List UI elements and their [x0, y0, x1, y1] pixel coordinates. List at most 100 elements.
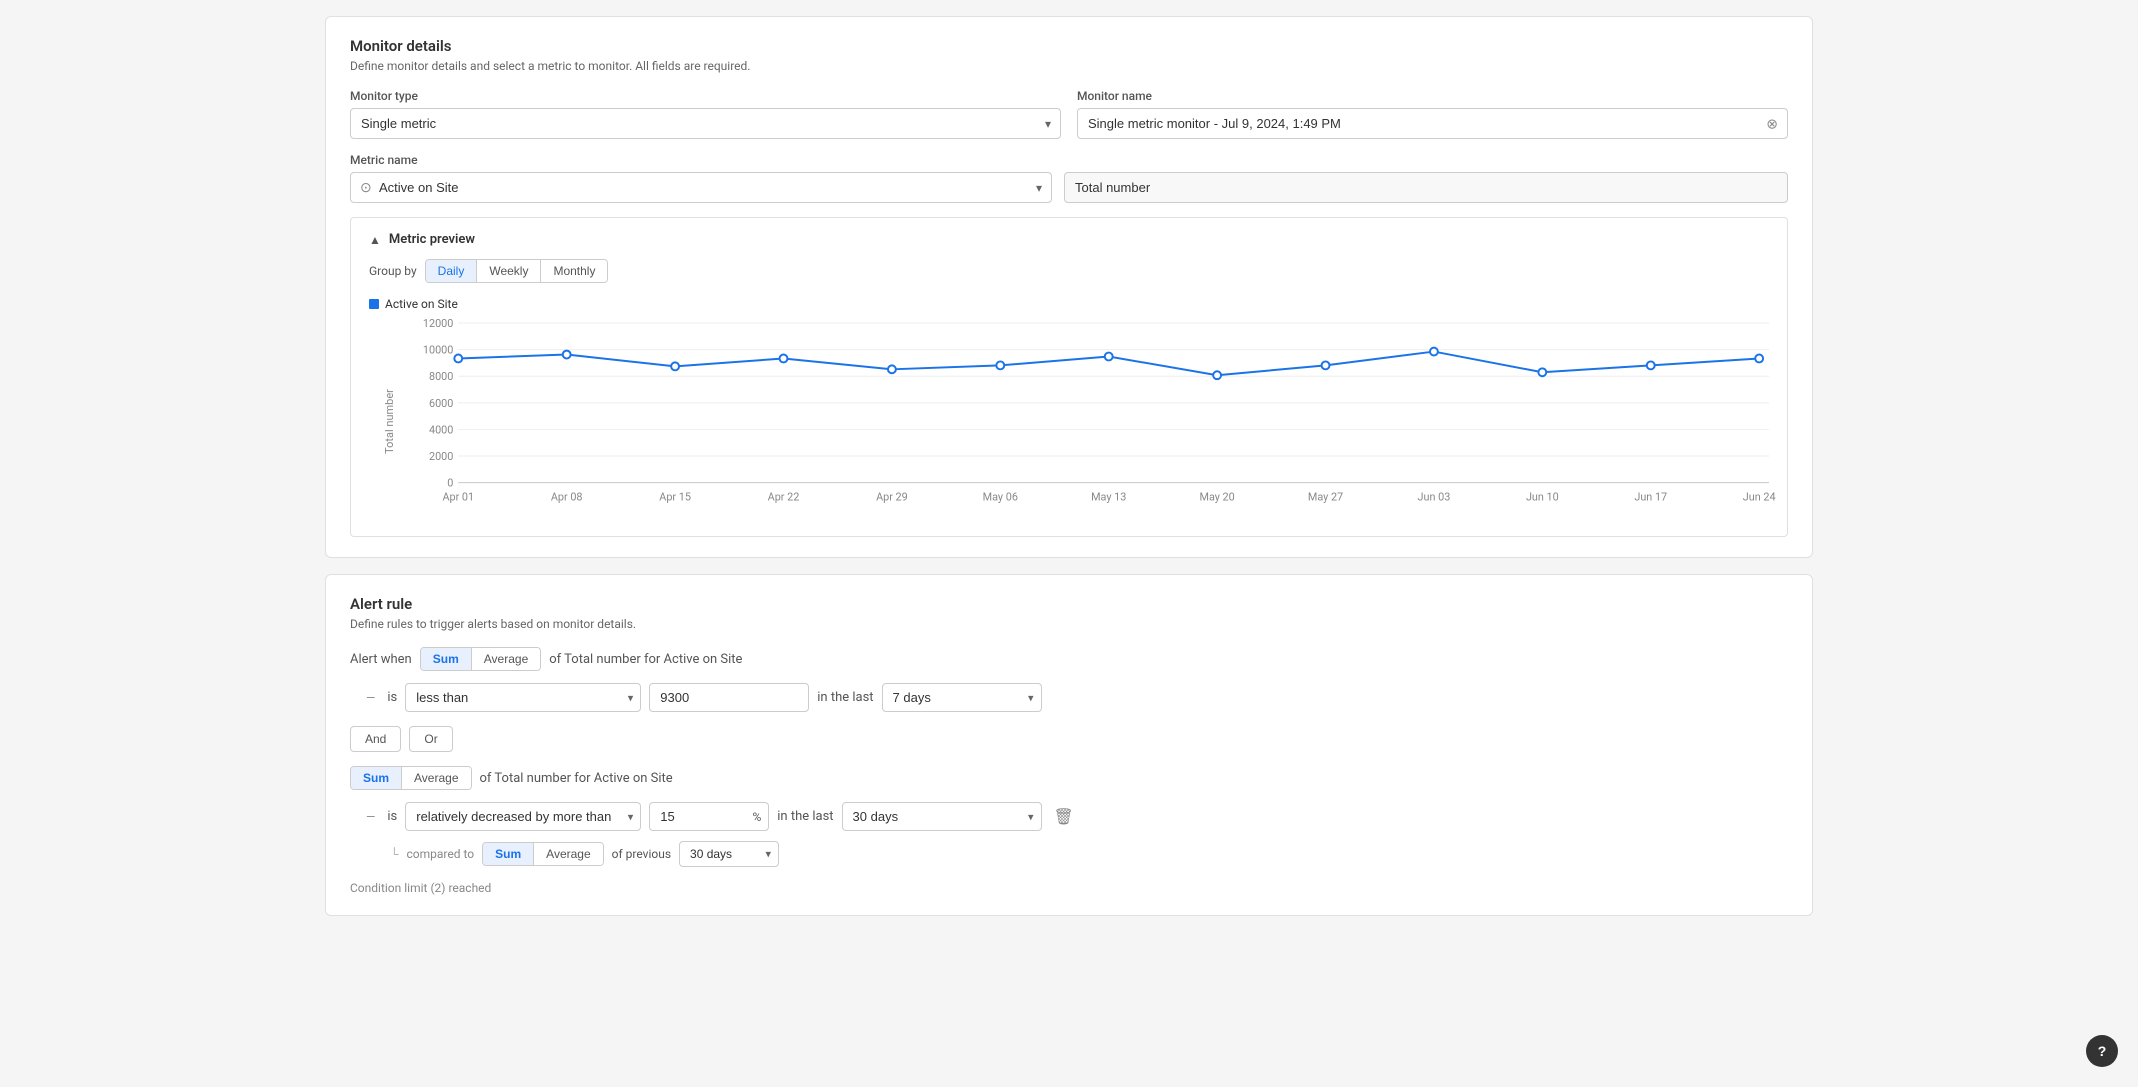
tree-symbol: └ — [390, 847, 399, 861]
monitor-type-group: Monitor type Single metric — [350, 89, 1061, 139]
condition-2-dash: — — [366, 810, 375, 824]
chart-legend: Active on Site — [369, 297, 1769, 311]
alert-rule-title: Alert rule — [350, 595, 1788, 613]
previous-period-select-wrapper: 7 days 14 days 30 days — [679, 841, 779, 867]
sum-button-1[interactable]: Sum — [421, 648, 472, 670]
monitor-name-input[interactable] — [1077, 108, 1788, 139]
condition-limit-text: Condition limit (2) reached — [350, 881, 1788, 895]
in-last-select-2[interactable]: 1 day 7 days 14 days 30 days — [842, 802, 1042, 831]
sum-average-pill-group-1: Sum Average — [420, 647, 542, 671]
svg-text:12000: 12000 — [423, 317, 453, 330]
alert-when-row: Alert when Sum Average of Total number f… — [350, 647, 1788, 671]
sum-average-pill-group-3: Sum Average — [482, 842, 604, 866]
is-label-1: is — [387, 690, 397, 705]
metric-preview-title: Metric preview — [389, 232, 475, 247]
svg-text:4000: 4000 — [429, 423, 453, 436]
svg-text:8000: 8000 — [429, 370, 453, 383]
in-last-select-1[interactable]: 1 day 7 days 14 days 30 days — [882, 683, 1042, 712]
condition-2-select[interactable]: less than greater than equal to relative… — [405, 802, 641, 831]
average-button-3[interactable]: Average — [534, 843, 602, 865]
alert-rule-card: Alert rule Define rules to trigger alert… — [325, 574, 1813, 916]
group-by-label: Group by — [369, 264, 417, 278]
threshold-value-2[interactable] — [649, 802, 769, 831]
metric-name-label: Metric name — [350, 153, 1788, 167]
metric-preview-header[interactable]: ▲ Metric preview — [369, 232, 1769, 247]
of-previous-label: of previous — [612, 847, 671, 861]
previous-period-select[interactable]: 7 days 14 days 30 days — [679, 841, 779, 867]
sum-button-3[interactable]: Sum — [483, 843, 534, 865]
metric-target-icon: ⊙ — [360, 180, 372, 196]
svg-text:Apr 01: Apr 01 — [442, 490, 474, 503]
chevron-up-icon: ▲ — [369, 233, 381, 247]
monitor-details-card: Monitor details Define monitor details a… — [325, 16, 1813, 558]
svg-text:May 13: May 13 — [1091, 490, 1126, 503]
compared-to-label: compared to — [407, 847, 475, 861]
monitor-name-label: Monitor name — [1077, 89, 1788, 103]
tab-daily[interactable]: Daily — [426, 260, 478, 282]
svg-text:May 06: May 06 — [983, 490, 1018, 503]
svg-text:2000: 2000 — [429, 450, 453, 463]
tab-monthly[interactable]: Monthly — [541, 260, 607, 282]
svg-text:Jun 03: Jun 03 — [1418, 490, 1451, 503]
monitor-details-title: Monitor details — [350, 37, 1788, 55]
threshold-value-2-wrapper: % — [649, 802, 769, 831]
svg-text:6000: 6000 — [429, 397, 453, 410]
of-text-2: of Total number for Active on Site — [480, 771, 673, 786]
y-axis-label-container: Total number — [369, 321, 409, 522]
alert-when-label: Alert when — [350, 652, 412, 667]
monitor-type-label: Monitor type — [350, 89, 1061, 103]
delete-condition-2-button[interactable]: 🗑 — [1050, 803, 1078, 831]
metric-name-group: Metric name ⊙ Active on Site — [350, 153, 1788, 203]
condition-2-block: — is less than greater than equal to rel… — [350, 802, 1788, 867]
condition-1-select[interactable]: less than greater than equal to relative… — [405, 683, 641, 712]
svg-text:May 27: May 27 — [1308, 490, 1343, 503]
condition-2-header: Sum Average of Total number for Active o… — [350, 766, 1788, 790]
average-button-2[interactable]: Average — [402, 767, 470, 789]
condition-2-select-wrapper: less than greater than equal to relative… — [405, 802, 641, 831]
chart-inner: 12000 10000 8000 6000 4000 2000 0 — [409, 321, 1769, 522]
chart-svg: 12000 10000 8000 6000 4000 2000 0 — [409, 321, 1769, 522]
legend-label: Active on Site — [385, 297, 458, 311]
or-button[interactable]: Or — [409, 726, 452, 752]
threshold-value-1[interactable] — [649, 683, 809, 712]
of-text-1: of Total number for Active on Site — [549, 652, 742, 667]
help-icon: ? — [2098, 1043, 2107, 1059]
help-button[interactable]: ? — [2086, 1035, 2118, 1067]
tab-weekly[interactable]: Weekly — [477, 260, 541, 282]
svg-text:Jun 17: Jun 17 — [1634, 490, 1667, 503]
in-last-select-wrapper-2: 1 day 7 days 14 days 30 days — [842, 802, 1042, 831]
y-axis-label: Total number — [383, 389, 396, 454]
average-button-1[interactable]: Average — [472, 648, 540, 670]
sum-button-2[interactable]: Sum — [351, 767, 402, 789]
metric-name-select-wrapper: ⊙ Active on Site — [350, 172, 1052, 203]
monitor-name-wrapper: ⊗ — [1077, 108, 1788, 139]
condition-1-block: — is less than greater than equal to rel… — [350, 683, 1788, 712]
and-or-row: And Or — [350, 726, 1788, 752]
is-label-2: is — [387, 809, 397, 824]
metric-display-input — [1064, 172, 1788, 203]
svg-text:Apr 15: Apr 15 — [659, 490, 691, 503]
condition-2-row: — is less than greater than equal to rel… — [350, 802, 1788, 831]
in-last-label-2: in the last — [777, 809, 833, 824]
svg-text:Apr 22: Apr 22 — [768, 490, 800, 503]
group-by-row: Group by Daily Weekly Monthly — [369, 259, 1769, 283]
svg-text:Jun 24: Jun 24 — [1743, 490, 1776, 503]
alert-rule-subtitle: Define rules to trigger alerts based on … — [350, 617, 1788, 631]
condition-1-dash: — — [366, 691, 375, 705]
and-button[interactable]: And — [350, 726, 401, 752]
condition-1-select-wrapper: less than greater than equal to relative… — [405, 683, 641, 712]
percent-symbol: % — [752, 810, 761, 824]
sum-average-pill-group-2: Sum Average — [350, 766, 472, 790]
group-by-tab-group: Daily Weekly Monthly — [425, 259, 609, 283]
svg-text:Apr 29: Apr 29 — [876, 490, 908, 503]
monitor-details-subtitle: Define monitor details and select a metr… — [350, 59, 1788, 73]
svg-text:Apr 08: Apr 08 — [551, 490, 583, 503]
in-last-select-wrapper-1: 1 day 7 days 14 days 30 days — [882, 683, 1042, 712]
svg-text:0: 0 — [447, 477, 453, 490]
chart-area: Total number 12000 10000 — [369, 321, 1769, 522]
metric-name-select[interactable]: Active on Site — [350, 172, 1052, 203]
metric-preview-section: ▲ Metric preview Group by Daily Weekly M… — [350, 217, 1788, 537]
monitor-name-clear-button[interactable]: ⊗ — [1766, 115, 1778, 132]
in-last-label-1: in the last — [817, 690, 873, 705]
monitor-type-select[interactable]: Single metric — [350, 108, 1061, 139]
